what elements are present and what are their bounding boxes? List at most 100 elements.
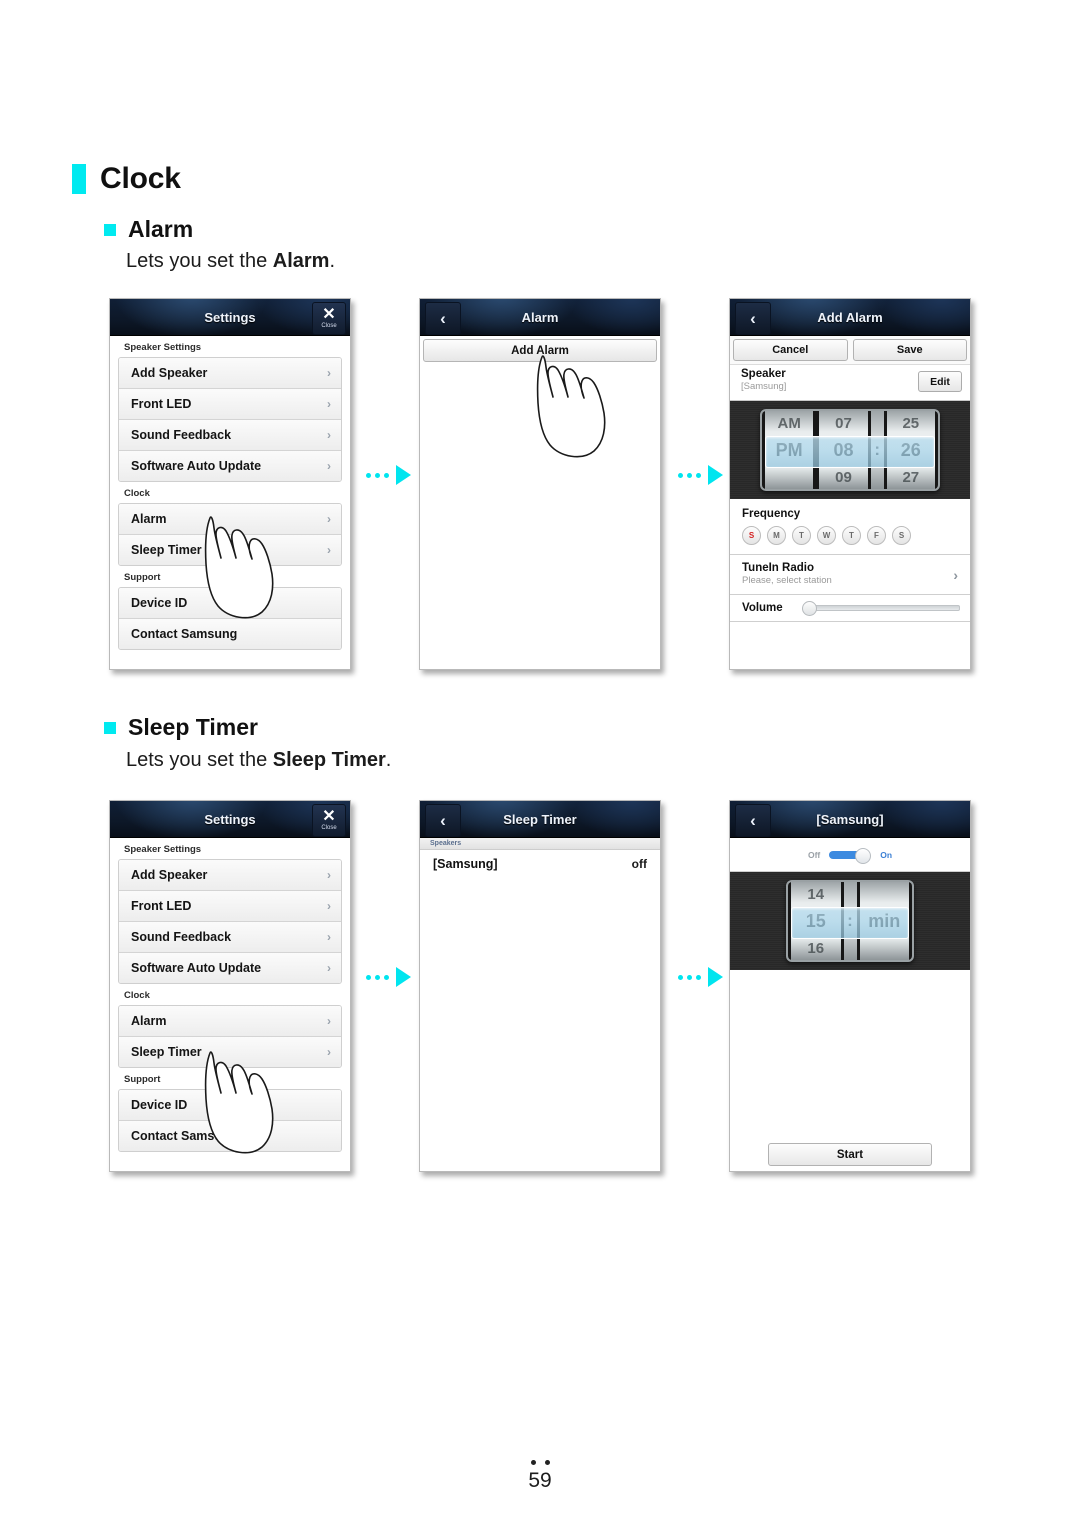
sidebar-item-sound-feedback[interactable]: Sound Feedback › — [119, 922, 341, 953]
row-label: Add Speaker — [131, 366, 208, 380]
add-alarm-button[interactable]: Add Alarm — [423, 339, 657, 362]
on-off-toggle-row: Off On — [730, 838, 970, 872]
close-button[interactable]: ✕ Close — [312, 804, 346, 837]
sidebar-item-front-led[interactable]: Front LED › — [119, 891, 341, 922]
start-button-area: Start — [730, 1143, 970, 1166]
edit-button[interactable]: Edit — [918, 371, 962, 392]
frequency-day-group: S M T W T F S — [730, 526, 970, 554]
minute-below: 27 — [902, 468, 920, 486]
sidebar-item-add-speaker[interactable]: Add Speaker › — [119, 860, 341, 891]
titlebar: ‹ Alarm — [420, 299, 660, 336]
hour-column[interactable]: 07 08 09 — [816, 411, 871, 489]
sidebar-item-software-auto-update[interactable]: Software Auto Update › — [119, 953, 341, 983]
time-picker[interactable]: AM PM 07 08 09 : 25 26 27 — [760, 409, 940, 491]
day-toggle-wednesday[interactable]: W — [817, 526, 836, 545]
row-label: Sleep Timer — [131, 543, 202, 557]
speaker-selector-row[interactable]: Speaker [Samsung] Edit — [730, 364, 970, 401]
tunein-subtitle: Please, select station — [742, 575, 832, 586]
day-toggle-thursday[interactable]: T — [842, 526, 861, 545]
volume-row[interactable]: Volume — [730, 595, 970, 621]
sidebar-item-device-id[interactable]: Device ID — [119, 1090, 341, 1121]
meridiem-column[interactable]: AM PM — [762, 411, 817, 489]
day-toggle-sunday[interactable]: S — [742, 526, 761, 545]
chevron-right-icon: › — [327, 899, 331, 913]
save-button[interactable]: Save — [852, 339, 967, 361]
day-toggle-tuesday[interactable]: T — [792, 526, 811, 545]
meridiem-below — [765, 465, 813, 489]
day-toggle-saturday[interactable]: S — [892, 526, 911, 545]
volume-slider-knob[interactable] — [801, 601, 817, 616]
desc-alarm-suffix: . — [329, 250, 336, 272]
day-label: M — [773, 531, 780, 540]
subsection-description-alarm: Lets you set the Alarm. — [126, 250, 335, 273]
minutes-column[interactable]: 14 15 16 — [788, 882, 844, 960]
back-button[interactable]: ‹ — [735, 302, 771, 335]
sidebar-item-add-speaker[interactable]: Add Speaker › — [119, 358, 341, 389]
volume-slider[interactable] — [801, 601, 960, 616]
minutes-selected: 15 — [805, 910, 826, 931]
sidebar-item-contact-samsung[interactable]: Contact Samsung — [119, 619, 341, 649]
sidebar-item-alarm[interactable]: Alarm › — [119, 1006, 341, 1037]
chevron-right-icon: › — [327, 961, 331, 975]
sidebar-item-alarm[interactable]: Alarm › — [119, 504, 341, 535]
group-card-support: Device ID Contact Samsung — [118, 1089, 342, 1152]
toggle-off-label: Off — [807, 849, 821, 860]
screen-title: Settings — [204, 310, 256, 325]
chevron-left-icon: ‹ — [750, 308, 756, 328]
close-button[interactable]: ✕ Close — [312, 302, 346, 335]
back-button[interactable]: ‹ — [425, 302, 461, 335]
row-label: Sound Feedback — [131, 930, 232, 944]
day-label: S — [748, 531, 755, 540]
sidebar-item-front-led[interactable]: Front LED › — [119, 389, 341, 420]
chevron-left-icon: ‹ — [440, 810, 446, 830]
cancel-button[interactable]: Cancel — [733, 339, 848, 361]
day-toggle-monday[interactable]: M — [767, 526, 786, 545]
unit-column[interactable]: min — [856, 882, 912, 960]
minute-column[interactable]: 25 26 27 — [883, 411, 938, 489]
subsection-heading-sleep-timer: Sleep Timer — [104, 714, 258, 741]
screen-title: Add Alarm — [817, 310, 883, 325]
chevron-right-icon: › — [327, 930, 331, 944]
minute-picker[interactable]: 14 15 16 : min — [786, 880, 914, 962]
unit-label: min — [868, 910, 901, 931]
desc-alarm-bold: Alarm — [272, 250, 330, 272]
row-label: Front LED — [131, 899, 192, 913]
list-item[interactable]: [Samsung] off — [420, 850, 660, 878]
screenshot-settings-1: Settings ✕ Close Speaker Settings Add Sp… — [109, 298, 351, 670]
flow-arrow-3 — [366, 967, 411, 987]
frequency-section: Frequency S M T W T F S — [730, 499, 970, 555]
subsection-title-alarm: Alarm — [128, 216, 194, 242]
sidebar-item-contact-samsung[interactable]: Contact Samsung — [119, 1121, 341, 1151]
back-button[interactable]: ‹ — [425, 804, 461, 837]
day-label: T — [799, 531, 804, 540]
back-button[interactable]: ‹ — [735, 804, 771, 837]
chevron-right-icon: › — [327, 543, 331, 557]
alarm-empty-list — [420, 362, 660, 669]
page-footer: 59 — [0, 1460, 1080, 1493]
minute-above: 25 — [902, 414, 920, 432]
close-button-label: Close — [321, 322, 337, 329]
tunein-radio-row[interactable]: TuneIn Radio Please, select station › — [730, 555, 970, 595]
row-label: Device ID — [131, 596, 188, 610]
hour-selected: 08 — [833, 439, 854, 460]
start-button[interactable]: Start — [768, 1143, 932, 1166]
group-header-clock: Clock — [110, 984, 350, 1005]
flow-arrow-2 — [678, 465, 723, 485]
toggle-knob[interactable] — [855, 848, 872, 864]
power-toggle[interactable] — [829, 848, 872, 864]
day-label: F — [874, 531, 879, 540]
sidebar-item-sleep-timer[interactable]: Sleep Timer › — [119, 535, 341, 565]
chevron-right-icon: › — [327, 1045, 331, 1059]
desc-alarm-prefix: Lets you set the — [126, 250, 273, 272]
chevron-right-icon: › — [327, 397, 331, 411]
sidebar-item-software-auto-update[interactable]: Software Auto Update › — [119, 451, 341, 481]
sidebar-item-sound-feedback[interactable]: Sound Feedback › — [119, 420, 341, 451]
hour-below: 09 — [835, 468, 852, 486]
sidebar-item-sleep-timer[interactable]: Sleep Timer › — [119, 1037, 341, 1067]
close-icon: ✕ — [322, 807, 336, 825]
day-toggle-friday[interactable]: F — [867, 526, 886, 545]
minute-separator: : — [843, 882, 857, 960]
sidebar-item-device-id[interactable]: Device ID — [119, 588, 341, 619]
time-separator: : — [870, 411, 884, 489]
chevron-left-icon: ‹ — [440, 308, 446, 328]
